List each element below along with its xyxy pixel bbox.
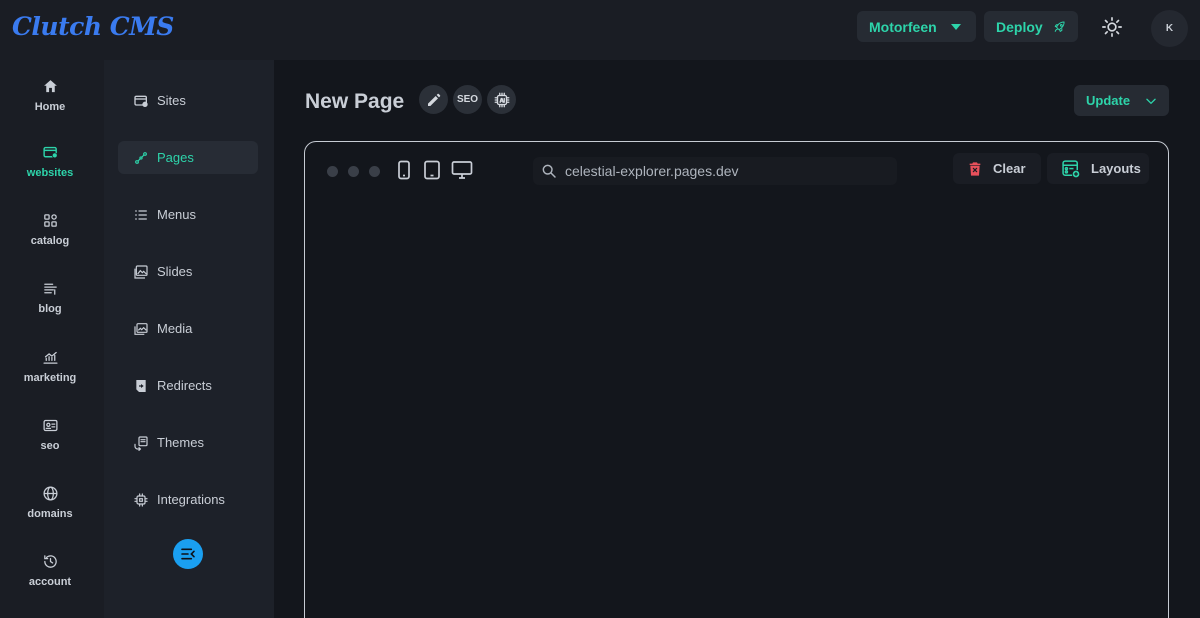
edit-title-button[interactable] [419,85,448,114]
rail-item-label: marketing [23,372,77,384]
collapse-menu-icon [181,548,195,560]
ai-chip-icon [494,92,509,107]
mobile-view-icon[interactable] [397,160,411,180]
preview-url-bar[interactable]: celestial-explorer.pages.dev [533,157,897,185]
chevron-down-icon [1146,98,1156,104]
app-logo[interactable]: Clutch CMS [12,12,174,41]
caret-down-icon [950,23,961,30]
window-dot [369,166,380,177]
rail-item-blog[interactable]: blog [0,280,100,330]
theme-toggle-button[interactable] [1099,14,1125,40]
layouts-label: Layouts [1091,161,1141,176]
redirects-icon [136,379,146,392]
subnav-item-integrations[interactable]: Integrations [118,483,258,516]
window-dot [348,166,359,177]
rail-item-label: blog [38,303,62,315]
rail-item-domains[interactable]: domains [0,485,100,535]
rail-item-seo[interactable]: seo [0,417,100,467]
preview-url: celestial-explorer.pages.dev [565,163,739,179]
subnav-item-label: Integrations [157,492,225,507]
sites-icon [134,95,148,107]
site-selector-label: Motorfeen [869,18,937,35]
themes-icon [134,435,148,451]
search-icon [542,164,556,178]
subnav-item-menus[interactable]: Menus [118,198,258,231]
subnav-item-redirects[interactable]: Redirects [118,369,258,402]
page-title: New Page [305,90,405,113]
subnav-item-themes[interactable]: Themes [118,426,258,459]
subnav-item-label: Sites [157,93,186,108]
integrations-icon [134,492,148,507]
rail-item-home[interactable]: Home [0,78,100,128]
seo-icon [42,419,58,432]
subnav-item-media[interactable]: Media [118,312,258,345]
website-icon [42,146,58,159]
slides-icon [134,264,148,279]
pages-icon [135,151,147,164]
seo-label: SEO [456,94,479,105]
globe-icon [42,486,58,501]
blog-icon [43,283,57,295]
marketing-icon [42,351,58,364]
subnav-item-label: Redirects [157,378,212,393]
primary-nav-rail: Home websites catalog blog marketing seo… [0,60,104,618]
sun-icon [1102,17,1122,37]
top-bar: Clutch CMS Motorfeen Deploy K [0,0,1200,60]
rocket-icon [1054,21,1065,32]
subnav-item-label: Themes [157,435,204,450]
subnav-item-pages[interactable]: Pages [118,141,258,174]
layouts-button[interactable]: Layouts [1047,153,1149,184]
window-dot [327,166,338,177]
rail-item-label: domains [27,508,73,520]
page-preview-frame[interactable]: celestial-explorer.pages.dev Clear Layou… [304,141,1169,618]
pencil-icon [427,93,440,106]
user-avatar[interactable]: K [1151,10,1188,47]
rail-item-label: websites [26,167,74,179]
subnav-item-sites[interactable]: Sites [118,84,258,117]
media-icon [134,322,148,335]
layouts-add-icon [1062,159,1081,178]
tablet-view-icon[interactable] [423,160,441,180]
subnav-item-slides[interactable]: Slides [118,255,258,288]
collapse-sidebar-button[interactable] [173,539,203,569]
rail-item-marketing[interactable]: marketing [0,349,100,399]
site-selector[interactable]: Motorfeen [857,11,976,42]
clear-label: Clear [993,161,1026,176]
deploy-label: Deploy [996,18,1043,35]
history-icon [43,555,57,568]
seo-button[interactable]: SEO [453,85,482,114]
rail-item-label: Home [34,101,66,113]
update-button[interactable]: Update [1074,85,1169,116]
subnav-item-label: Media [157,321,193,336]
subnav-item-label: Menus [157,207,197,222]
clear-button[interactable]: Clear [953,153,1041,184]
catalog-icon [43,214,57,227]
subnav-item-label: Slides [157,264,193,279]
rail-item-account[interactable]: account [0,553,100,603]
websites-subnav: Sites Pages Menus Slides Media Redirects… [104,60,274,618]
ai-button[interactable] [487,85,516,114]
menus-icon [135,209,147,220]
trash-icon [969,161,981,176]
home-icon [43,80,57,93]
update-label: Update [1086,93,1131,108]
rail-item-label: seo [40,440,60,452]
rail-item-catalog[interactable]: catalog [0,212,100,262]
rail-item-label: catalog [30,235,70,247]
subnav-item-label: Pages [157,150,194,165]
deploy-button[interactable]: Deploy [984,11,1078,42]
rail-item-label: account [28,576,72,588]
desktop-view-icon[interactable] [451,160,473,180]
rail-item-websites[interactable]: websites [0,144,100,194]
